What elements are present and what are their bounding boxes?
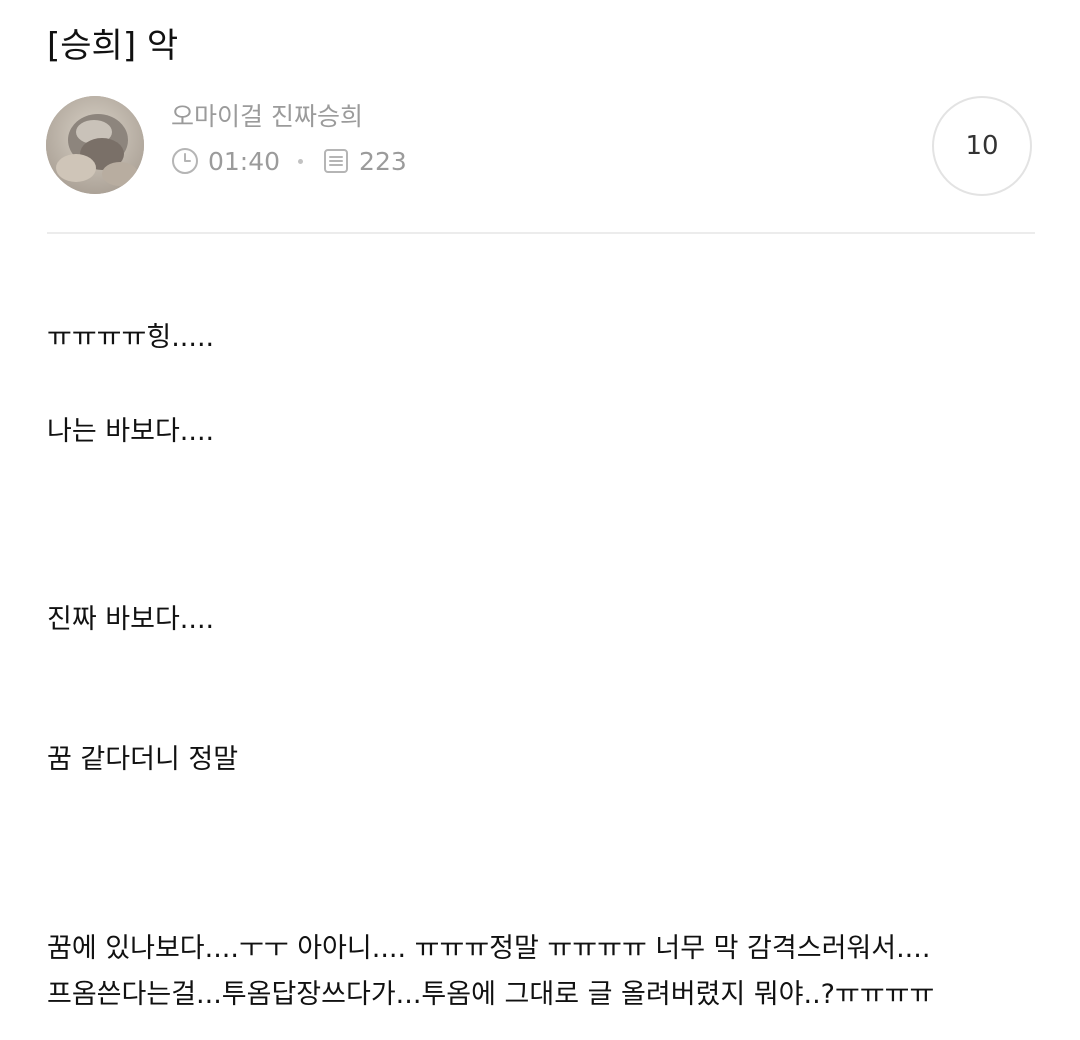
body-line: 프옴쓴다는걸...투옴답장쓰다가...투옴에 그대로 글 올려버렸지 뭐야..?…: [47, 979, 935, 1010]
author-name[interactable]: 오마이걸 진짜승희: [171, 99, 363, 135]
document-icon: [322, 147, 350, 175]
header-divider: [47, 232, 1035, 234]
body-line: 꿈 같다더니 정말: [47, 744, 239, 775]
count-badge-button[interactable]: 10: [932, 96, 1032, 196]
post-title: [승희] 악: [47, 26, 179, 66]
post-meta: 01:40 223: [171, 143, 407, 179]
post-view-count: 223: [359, 146, 407, 176]
separator-dot: [298, 158, 304, 164]
body-line: 진짜 바보다....: [47, 604, 215, 635]
author-avatar[interactable]: [46, 96, 144, 194]
body-line: 나는 바보다....: [47, 416, 215, 447]
body-line: 꿈에 있나보다....ㅜㅜ 아아니.... ㅠㅠㅠ정말 ㅠㅠㅠㅠ 너무 막 감격…: [47, 933, 931, 964]
post-time: 01:40: [208, 146, 281, 176]
body-line: ㅠㅠㅠㅠ힝.....: [47, 322, 215, 353]
clock-icon: [171, 147, 199, 175]
